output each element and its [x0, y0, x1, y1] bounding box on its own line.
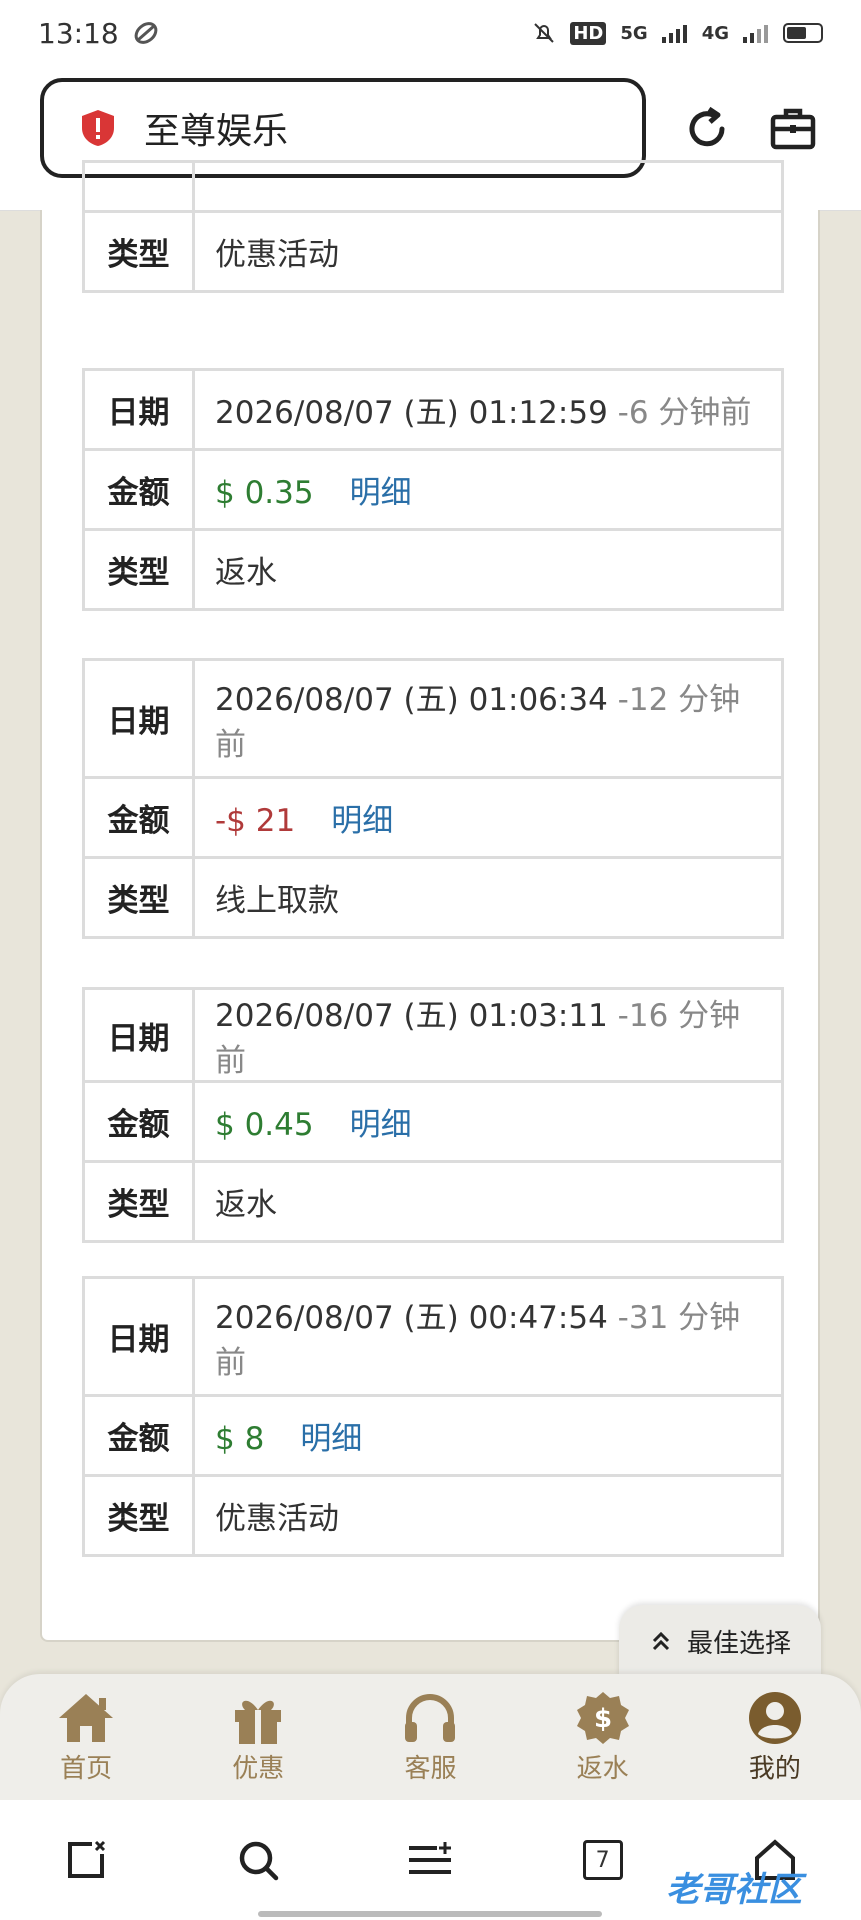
nav-item-rebate[interactable]: $ 返水	[533, 1690, 673, 1785]
amount-value: $ 0.45 明细	[192, 1080, 784, 1163]
transaction-list: 类型 优惠活动 日期 2026/08/07 (五) 01:12:59 -6 分钟前…	[40, 160, 820, 1642]
type-label: 类型	[82, 1160, 195, 1243]
home-indicator[interactable]	[258, 1911, 602, 1917]
mute-bell-icon	[534, 23, 555, 43]
app-notification-icon	[134, 22, 158, 44]
nav-label: 返水	[576, 1753, 629, 1784]
search-button[interactable]	[228, 1830, 288, 1890]
close-tab-icon	[68, 1840, 106, 1878]
hd-badge: HD	[570, 21, 607, 45]
type-label: 类型	[82, 1474, 195, 1557]
type-label: 类型	[82, 210, 195, 293]
amount-value: -$ 21 明细	[192, 776, 784, 859]
signal-4g: 4G	[701, 22, 729, 44]
amount-value: $ 8 明细	[192, 1394, 784, 1477]
best-choice-label: 最佳选择	[686, 1628, 791, 1659]
nav-item-support[interactable]: 客服	[360, 1690, 500, 1785]
chevron-up-double-icon	[652, 1631, 670, 1651]
svg-text:$: $	[594, 1704, 612, 1734]
type-value: 返水	[192, 1160, 784, 1243]
detail-link[interactable]: 明细	[350, 475, 412, 511]
security-shield-icon	[82, 110, 114, 146]
transaction-record: 日期 2026/08/07 (五) 01:03:11 -16 分钟前 金额 $ …	[82, 987, 784, 1243]
menu-icon	[409, 1842, 452, 1874]
date-value: 2026/08/07 (五) 01:12:59 -6 分钟前	[192, 368, 784, 451]
signal-bars-icon-2	[743, 25, 768, 43]
amount-value: $ 0.35 明细	[192, 448, 784, 531]
search-icon	[240, 1841, 279, 1881]
date-label: 日期	[82, 1276, 195, 1397]
type-value: 优惠活动	[192, 1474, 784, 1557]
nav-label: 客服	[404, 1753, 457, 1784]
date-value: 2026/08/07 (五) 01:06:34 -12 分钟前	[192, 658, 784, 779]
signal-bars-icon	[661, 25, 687, 43]
transaction-record: 日期 2026/08/07 (五) 01:06:34 -12 分钟前 金额 -$…	[82, 658, 784, 939]
battery-icon	[783, 23, 823, 43]
nav-label: 我的	[748, 1753, 801, 1784]
date-label: 日期	[82, 368, 195, 451]
user-icon	[748, 1691, 801, 1744]
dollar-badge-icon: $	[576, 1691, 629, 1744]
date-label: 日期	[82, 987, 195, 1083]
amount-label: 金额	[82, 776, 195, 859]
nav-label: 优惠	[232, 1753, 285, 1784]
amount-label: 金额	[82, 1080, 195, 1163]
type-value: 返水	[192, 528, 784, 611]
gift-icon	[235, 1700, 282, 1744]
time-ago: -6 分钟前	[617, 395, 752, 431]
nav-item-promo[interactable]: 优惠	[188, 1690, 328, 1785]
detail-link[interactable]: 明细	[300, 1421, 362, 1457]
detail-link[interactable]: 明细	[350, 1107, 412, 1143]
nav-item-profile[interactable]: 我的	[705, 1690, 845, 1785]
amount-label: 金额	[82, 448, 195, 531]
type-label: 类型	[82, 528, 195, 611]
clock: 13:18	[38, 16, 119, 50]
type-value: 线上取款	[192, 856, 784, 939]
toolbox-button[interactable]	[766, 102, 820, 156]
site-title: 至尊娱乐	[144, 111, 289, 152]
reload-icon	[689, 106, 725, 147]
best-choice-button[interactable]: 最佳选择	[619, 1605, 821, 1677]
headset-icon	[405, 1693, 456, 1742]
watermark-logo: 老哥社区	[666, 1870, 802, 1910]
transaction-record: 日期 2026/08/07 (五) 00:47:54 -31 分钟前 金额 $ …	[82, 1276, 784, 1557]
reload-button[interactable]	[680, 102, 734, 156]
home-icon	[59, 1693, 114, 1742]
date-value: 2026/08/07 (五) 01:03:11 -16 分钟前	[192, 987, 784, 1083]
menu-button[interactable]	[400, 1830, 460, 1890]
status-bar: 13:18 HD 5G 4G	[0, 0, 861, 66]
detail-link[interactable]: 明细	[331, 803, 393, 839]
nav-item-home[interactable]: 首页	[16, 1690, 156, 1785]
date-value: 2026/08/07 (五) 00:47:54 -31 分钟前	[192, 1276, 784, 1397]
transaction-record: 日期 2026/08/07 (五) 01:12:59 -6 分钟前 金额 $ 0…	[82, 368, 784, 611]
tab-count: 7	[582, 1840, 623, 1880]
signal-5g: 5G	[620, 22, 648, 44]
transaction-record-partial: 类型 优惠活动	[82, 160, 784, 293]
tabs-button[interactable]: 7	[573, 1830, 633, 1890]
type-label: 类型	[82, 856, 195, 939]
close-tab-button[interactable]	[56, 1830, 116, 1890]
nav-label: 首页	[60, 1753, 113, 1784]
bottom-nav: 首页 优惠 客服 $ 返水 我的	[0, 1674, 861, 1800]
amount-label: 金额	[82, 1394, 195, 1477]
date-label: 日期	[82, 658, 195, 779]
toolbox-icon	[770, 108, 816, 150]
type-value: 优惠活动	[192, 210, 784, 293]
